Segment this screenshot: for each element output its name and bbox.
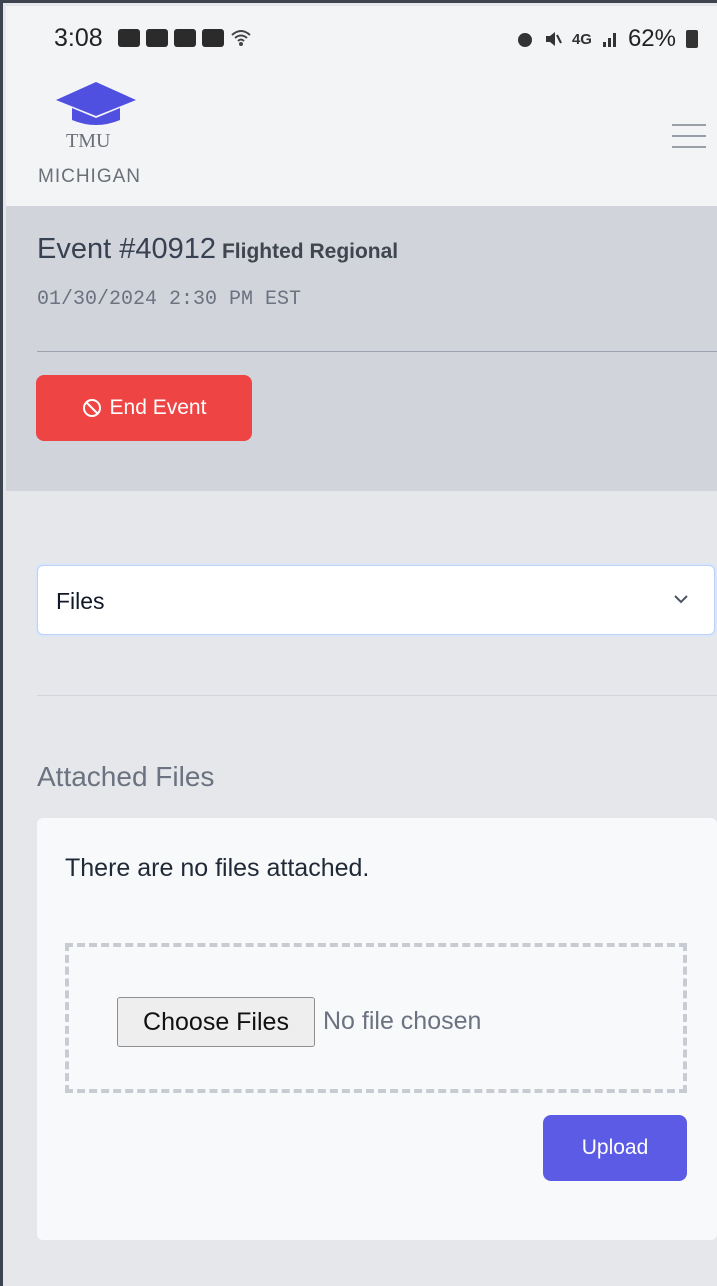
network-type: 4G bbox=[571, 30, 592, 48]
alarm-icon bbox=[517, 33, 532, 47]
mail-icon bbox=[202, 29, 224, 47]
mute-icon bbox=[545, 32, 562, 46]
calendar-icon bbox=[146, 29, 168, 47]
event-type: Flighted Regional bbox=[221, 240, 399, 263]
divider bbox=[37, 351, 717, 352]
notification-icons bbox=[118, 28, 252, 48]
event-panel: Event #40912 Flighted Regional 01/30/2024… bbox=[6, 206, 717, 491]
choose-files-button[interactable]: Choose Files bbox=[117, 997, 315, 1047]
logo-state: MICHIGAN bbox=[38, 166, 141, 187]
hamburger-icon[interactable] bbox=[672, 122, 706, 150]
message-icon bbox=[174, 29, 196, 47]
section-select-value: Files bbox=[56, 588, 105, 614]
status-right: 4G 62% bbox=[516, 25, 698, 53]
status-time: 3:08 bbox=[54, 24, 103, 52]
attached-files-card: There are no files attached. Choose File… bbox=[37, 818, 717, 1240]
ban-icon bbox=[82, 399, 101, 417]
phone-frame: 3:08 4G 62% TMU MICHIGAN Event #40912 Fl… bbox=[0, 0, 717, 1286]
battery-percent: 62% bbox=[627, 25, 676, 52]
signal-icon bbox=[602, 33, 616, 47]
app-header: TMU MICHIGAN bbox=[6, 64, 717, 206]
empty-files-message: There are no files attached. bbox=[65, 854, 370, 882]
youtube-icon bbox=[118, 29, 140, 47]
status-bar: 3:08 4G 62% bbox=[6, 6, 717, 64]
file-status: No file chosen bbox=[323, 1007, 482, 1035]
end-event-button[interactable]: End Event bbox=[36, 375, 252, 441]
graduation-cap-icon[interactable] bbox=[54, 80, 138, 128]
wifi-icon bbox=[231, 30, 251, 46]
event-datetime: 01/30/2024 2:30 PM EST bbox=[37, 288, 302, 311]
divider bbox=[37, 695, 717, 696]
battery-icon bbox=[686, 30, 698, 48]
event-number: Event #40912 bbox=[37, 233, 216, 265]
section-select[interactable]: Files bbox=[37, 565, 715, 635]
file-dropzone[interactable]: Choose Files No file chosen bbox=[65, 943, 687, 1093]
end-event-label: End Event bbox=[109, 396, 207, 419]
logo-name: TMU bbox=[66, 130, 111, 152]
event-title: Event #40912 Flighted Regional bbox=[37, 233, 398, 266]
attached-files-title: Attached Files bbox=[37, 761, 215, 792]
chevron-down-icon bbox=[674, 595, 688, 604]
upload-button[interactable]: Upload bbox=[543, 1115, 687, 1181]
